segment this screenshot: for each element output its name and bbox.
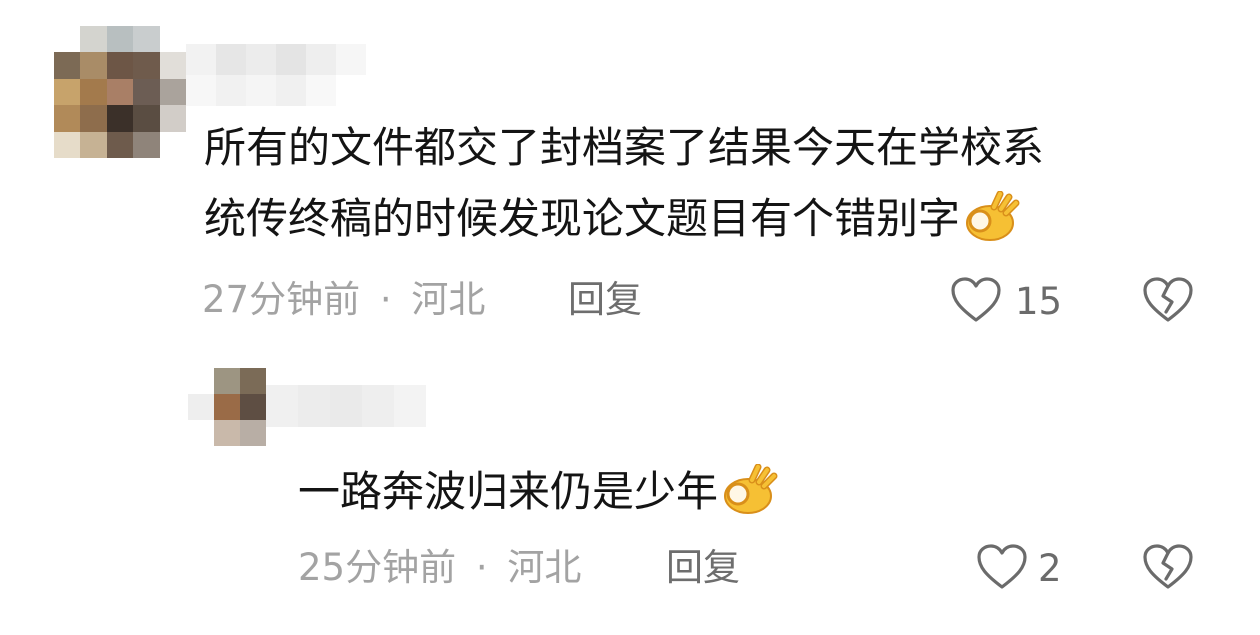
meta-separator: · xyxy=(475,546,488,589)
ok-hand-emoji xyxy=(960,191,1020,243)
comment-time: 27分钟前 xyxy=(202,278,361,321)
username[interactable] xyxy=(266,385,426,427)
like-count: 2 xyxy=(1038,547,1062,590)
dislike-button[interactable] xyxy=(1142,276,1194,324)
reply-button[interactable]: 回复 xyxy=(666,548,740,588)
like-button[interactable] xyxy=(950,276,1002,324)
username[interactable] xyxy=(186,44,366,106)
comment-meta: 25分钟前 · 河北 xyxy=(298,548,581,588)
avatar[interactable] xyxy=(188,368,266,446)
comment-text: 一路奔波归来仍是少年 xyxy=(298,456,778,527)
comment-text-line: 所有的文件都交了封档案了结果今天在学校系 xyxy=(204,123,1045,172)
avatar[interactable] xyxy=(54,26,186,158)
ok-hand-emoji xyxy=(718,464,778,516)
comment-time: 25分钟前 xyxy=(298,546,457,589)
heart-icon xyxy=(976,543,1028,591)
dislike-button[interactable] xyxy=(1142,543,1194,591)
comment-text: 所有的文件都交了封档案了结果今天在学校系 统传终稿的时候发现论文题目有个错别字 xyxy=(204,112,1044,254)
reply-button[interactable]: 回复 xyxy=(568,280,642,320)
like-count: 15 xyxy=(1015,280,1063,323)
like-button[interactable] xyxy=(976,543,1028,591)
broken-heart-icon xyxy=(1142,543,1194,591)
comment-location: 河北 xyxy=(507,546,582,589)
broken-heart-icon xyxy=(1142,276,1194,324)
comment-location: 河北 xyxy=(411,278,486,321)
meta-separator: · xyxy=(379,278,392,321)
comment-text-line: 统传终稿的时候发现论文题目有个错别字 xyxy=(204,183,1044,254)
comment-meta: 27分钟前 · 河北 xyxy=(202,280,485,320)
heart-icon xyxy=(950,276,1002,324)
